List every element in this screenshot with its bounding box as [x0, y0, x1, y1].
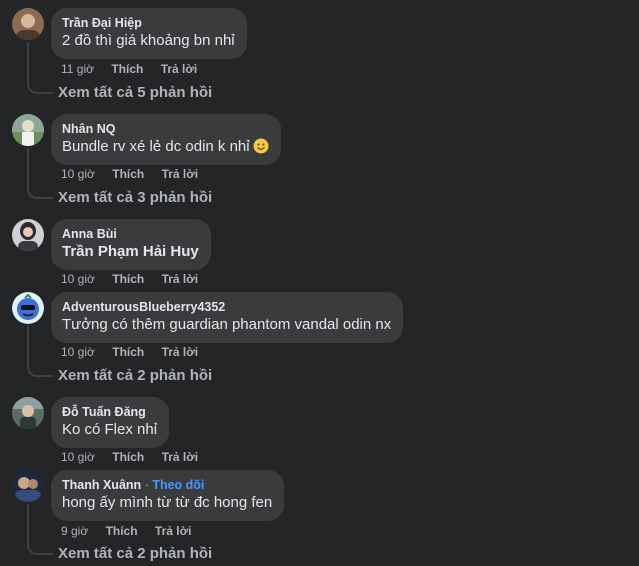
like-button[interactable]: Thích — [112, 167, 144, 181]
comment-actions: 11 giờ Thích Trả lời — [61, 62, 211, 76]
thread-line — [27, 42, 29, 78]
comment-text: hong ấy mình từ từ đc hong fen — [62, 494, 273, 511]
comment-time[interactable]: 9 giờ — [61, 524, 88, 538]
smiling-face-icon — [253, 138, 269, 154]
separator: · — [144, 478, 149, 492]
thread-line — [27, 148, 29, 183]
like-button[interactable]: Thích — [112, 450, 144, 464]
thread-connector — [27, 361, 53, 377]
reply-button[interactable]: Trả lời — [161, 62, 198, 76]
avatar[interactable] — [12, 114, 44, 146]
avatar[interactable] — [12, 470, 44, 502]
avatar[interactable] — [12, 292, 44, 324]
like-button[interactable]: Thích — [112, 272, 144, 286]
comment-actions: 10 giờ Thích Trả lời — [61, 167, 212, 181]
thread-connector — [27, 78, 53, 94]
comment-bubble: AdventurousBlueberry4352 Tưởng có thêm g… — [51, 292, 404, 343]
avatar[interactable] — [12, 397, 44, 429]
view-replies-link[interactable]: Xem tất cả 3 phản hồi — [58, 189, 212, 206]
comment-time[interactable]: 10 giờ — [61, 450, 95, 464]
comment-time[interactable]: 10 giờ — [61, 167, 95, 181]
comment-text: Ko có Flex nhỉ — [62, 421, 158, 438]
reply-button[interactable]: Trả lời — [155, 524, 192, 538]
comment-bubble: Thanh Xuânn · Theo dõi hong ấy mình từ t… — [51, 470, 285, 521]
comment-actions: 10 giờ Thích Trả lời — [61, 345, 212, 359]
comment-text: Tưởng có thêm guardian phantom vandal od… — [62, 316, 392, 333]
comment-header: Thanh Xuânn · Theo dõi — [62, 477, 272, 493]
reply-button[interactable]: Trả lời — [162, 450, 199, 464]
comment-author[interactable]: Thanh Xuânn — [62, 478, 141, 492]
comment-text: Trần Phạm Hải Huy — [62, 243, 199, 260]
comment-author[interactable]: AdventurousBlueberry4352 — [62, 299, 391, 315]
view-replies-link[interactable]: Xem tất cả 2 phản hồi — [58, 367, 212, 384]
comment-author[interactable]: Anna Bùi — [62, 226, 199, 242]
thread-connector — [27, 183, 53, 199]
like-button[interactable]: Thích — [112, 345, 144, 359]
avatar[interactable] — [12, 8, 44, 40]
like-button[interactable]: Thích — [106, 524, 138, 538]
comment-time[interactable]: 11 giờ — [61, 62, 94, 76]
thread-line — [27, 504, 29, 539]
avatar[interactable] — [12, 219, 44, 251]
comment-author[interactable]: Nhân NQ — [62, 121, 269, 137]
comment-actions: 10 giờ Thích Trả lời — [61, 272, 212, 286]
reply-button[interactable]: Trả lời — [162, 345, 199, 359]
comment-actions: 10 giờ Thích Trả lời — [61, 450, 212, 464]
comment-text: 2 đồ thì giá khoảng bn nhỉ — [62, 32, 235, 49]
comment-bubble: Trần Đại Hiệp 2 đồ thì giá khoảng bn nhỉ — [51, 8, 247, 59]
thread-line — [27, 326, 29, 361]
comment-text: Bundle rv xé lẻ dc odin k nhỉ — [62, 137, 269, 157]
comment-time[interactable]: 10 giờ — [61, 345, 95, 359]
reply-button[interactable]: Trả lời — [162, 167, 199, 181]
follow-button[interactable]: Theo dõi — [152, 478, 204, 492]
view-replies-link[interactable]: Xem tất cả 2 phản hồi — [58, 545, 212, 562]
like-button[interactable]: Thích — [111, 62, 143, 76]
comment-thread: Trần Đại Hiệp 2 đồ thì giá khoảng bn nhỉ… — [0, 0, 639, 566]
view-replies-link[interactable]: Xem tất cả 5 phản hồi — [58, 84, 212, 101]
comment-bubble: Đỗ Tuấn Đăng Ko có Flex nhỉ — [51, 397, 170, 448]
thread-connector — [27, 539, 53, 555]
reply-button[interactable]: Trả lời — [162, 272, 199, 286]
comment-author[interactable]: Đỗ Tuấn Đăng — [62, 404, 157, 420]
comment-author[interactable]: Trần Đại Hiệp — [62, 15, 235, 31]
comment-actions: 9 giờ Thích Trả lời — [61, 524, 205, 538]
comment-bubble: Nhân NQ Bundle rv xé lẻ dc odin k nhỉ — [51, 114, 281, 165]
comment-time[interactable]: 10 giờ — [61, 272, 95, 286]
comment-text-content: Bundle rv xé lẻ dc odin k nhỉ — [62, 138, 250, 155]
comment-bubble: Anna Bùi Trần Phạm Hải Huy — [51, 219, 211, 270]
